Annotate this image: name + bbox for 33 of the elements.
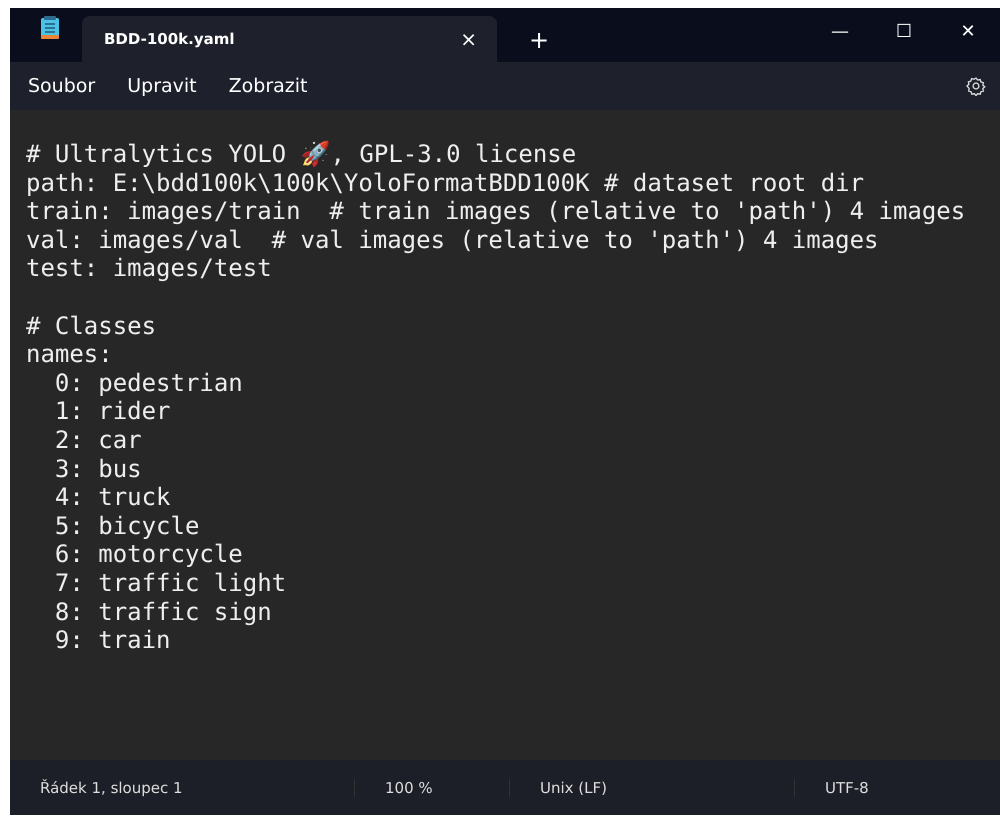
code-line: 1: rider [54,397,170,426]
code-line: 7: traffic light [54,568,286,598]
code-line: 9: train [54,626,170,655]
maximize-button[interactable]: ☐ [872,8,936,54]
settings-icon[interactable] [966,76,986,96]
code-line: path: E:\bdd100k\100k\YoloFormatBDD100K # dataset root dir [26,168,864,198]
close-tab-button[interactable]: × [454,25,483,53]
close-button[interactable]: ✕ [936,8,1000,54]
code-line: # Ultralytics YOLO 🚀, GPL-3.0 license [26,140,576,169]
code-line: 8: traffic sign [54,598,272,626]
code-line: train: images/train # train images (relative to 'path') 4 images [26,197,966,226]
code-line: val: images/val # val images (relative to 'path') 4 images [26,226,879,254]
status-text: Unix (LF) [510,778,795,796]
notepad-icon [40,16,60,40]
minimize-button[interactable]: — [808,8,872,54]
code-line: 0: pedestrian [54,368,243,398]
status-text: UTF-8 [824,778,870,796]
code-line: 2: car [54,426,142,455]
status-text: Řádek 1, sloupec 1 [10,778,355,796]
tab-title: BDD-100k.yaml [104,30,236,48]
code-line: names: [26,340,113,369]
file-tab[interactable]: BDD-100k.yaml × [82,16,497,62]
menu-item[interactable]: Zobrazit [216,69,320,103]
menu-item[interactable]: Upravit [115,69,209,103]
code-line: 4: truck [54,483,170,512]
code-line: test: images/test [26,254,272,283]
code-line: # Classes [26,312,156,340]
menu-item[interactable]: Soubor [16,69,108,103]
code-line: 3: bus [54,454,142,484]
new-tab-button[interactable]: + [521,26,558,54]
code-line: 5: bicycle [54,512,200,540]
code-line: 6: motorcycle [54,540,243,569]
status-text: 100 % [355,778,510,796]
